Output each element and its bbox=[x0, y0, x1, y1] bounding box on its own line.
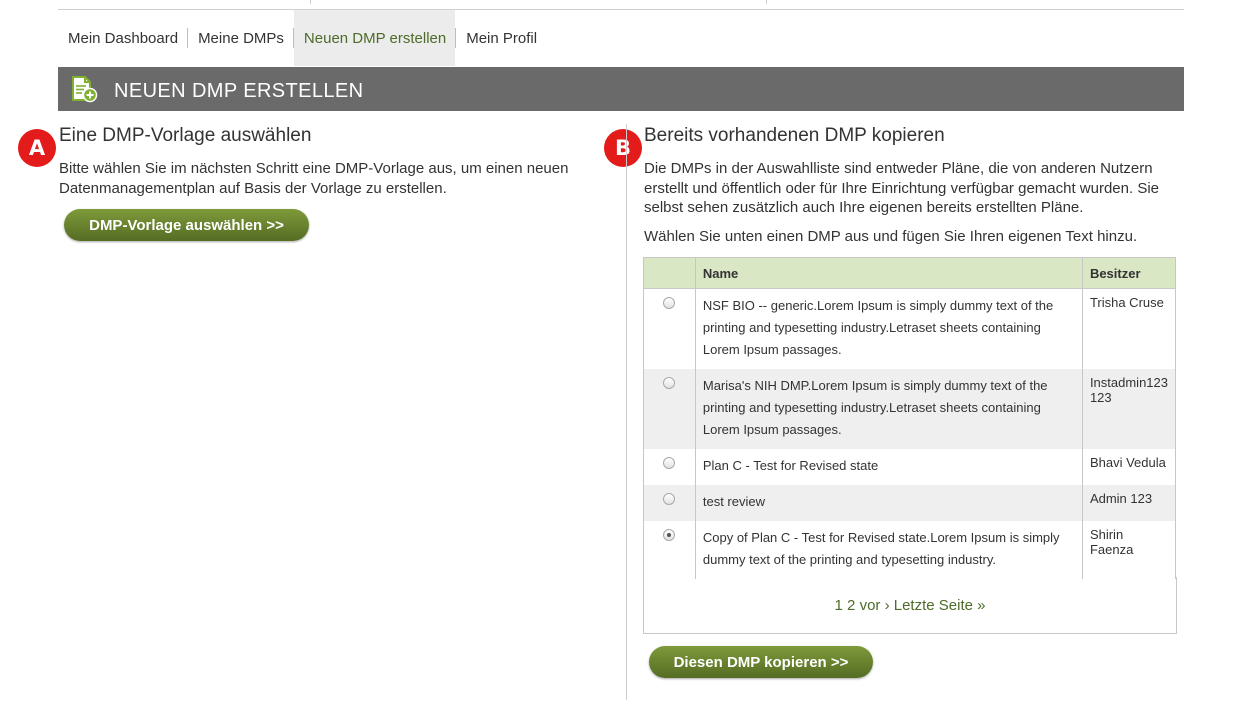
annotation-marker-b: B bbox=[604, 129, 642, 167]
page-link-next[interactable]: vor › bbox=[860, 597, 890, 614]
plan-name: Copy of Plan C - Test for Revised state.… bbox=[694, 520, 1083, 579]
select-cell bbox=[643, 448, 696, 485]
table-row[interactable]: Plan C - Test for Revised state Bhavi Ve… bbox=[643, 448, 1177, 485]
table-header-row: Name Besitzer bbox=[643, 257, 1177, 289]
pagination: 1 2 vor › Letzte Seite » bbox=[643, 577, 1177, 634]
plan-radio[interactable] bbox=[663, 376, 676, 389]
column-header-name[interactable]: Name bbox=[694, 257, 1083, 289]
column-header-select bbox=[643, 257, 696, 289]
plans-table: Name Besitzer NSF BIO -- generic.Lorem I… bbox=[643, 257, 1177, 579]
plan-owner: Instadmin123 123 bbox=[1081, 368, 1177, 449]
new-document-icon bbox=[72, 76, 98, 103]
table-row[interactable]: Copy of Plan C - Test for Revised state.… bbox=[643, 520, 1177, 579]
select-cell bbox=[643, 484, 696, 521]
nav-item-create-dmp[interactable]: Neuen DMP erstellen bbox=[293, 10, 456, 66]
banner-title: NEUEN DMP ERSTELLEN bbox=[114, 80, 364, 102]
plan-name: Plan C - Test for Revised state bbox=[694, 448, 1083, 485]
nav-item-dashboard[interactable]: Mein Dashboard bbox=[58, 10, 187, 66]
page-banner: NEUEN DMP ERSTELLEN bbox=[58, 67, 1184, 111]
main-nav: Mein Dashboard Meine DMPs Neuen DMP erst… bbox=[58, 10, 546, 66]
select-cell bbox=[643, 288, 696, 369]
top-divider-tick bbox=[766, 0, 767, 4]
table-row[interactable]: NSF BIO -- generic.Lorem Ipsum is simply… bbox=[643, 288, 1177, 369]
copy-dmp-button[interactable]: Diesen DMP kopieren >> bbox=[649, 646, 873, 678]
table-row[interactable]: test review Admin 123 bbox=[643, 484, 1177, 521]
plan-name: NSF BIO -- generic.Lorem Ipsum is simply… bbox=[694, 288, 1083, 369]
annotation-marker-a: A bbox=[18, 129, 56, 167]
plan-radio[interactable] bbox=[663, 456, 676, 469]
plan-owner: Shirin Faenza bbox=[1081, 520, 1177, 579]
plan-name: test review bbox=[694, 484, 1083, 521]
copy-section-description: Die DMPs in der Auswahlliste sind entwed… bbox=[644, 160, 1160, 216]
plan-radio[interactable] bbox=[663, 492, 676, 505]
template-section-description: Bitte wählen Sie im nächsten Schritt ein… bbox=[59, 160, 569, 197]
column-divider bbox=[626, 124, 627, 700]
template-section-title: Eine DMP-Vorlage auswählen bbox=[59, 125, 312, 146]
plan-owner: Admin 123 bbox=[1081, 484, 1177, 521]
select-cell bbox=[643, 368, 696, 449]
page-link-last[interactable]: Letzte Seite » bbox=[894, 597, 986, 614]
table-row[interactable]: Marisa's NIH DMP.Lorem Ipsum is simply d… bbox=[643, 368, 1177, 449]
plan-radio[interactable] bbox=[663, 297, 676, 309]
select-cell bbox=[643, 520, 696, 579]
top-divider-tick bbox=[310, 0, 311, 4]
copy-section-instruction: Wählen Sie unten einen DMP aus und fügen… bbox=[644, 228, 1138, 245]
plan-owner: Trisha Cruse bbox=[1081, 288, 1177, 369]
column-header-owner[interactable]: Besitzer bbox=[1081, 257, 1177, 289]
choose-template-button[interactable]: DMP-Vorlage auswählen >> bbox=[64, 209, 309, 241]
page-link-1[interactable]: 1 bbox=[835, 597, 843, 614]
plan-owner: Bhavi Vedula bbox=[1081, 448, 1177, 485]
copy-section-title: Bereits vorhandenen DMP kopieren bbox=[644, 125, 945, 146]
nav-item-profile[interactable]: Mein Profil bbox=[456, 10, 546, 66]
plan-radio-selected[interactable] bbox=[663, 528, 676, 541]
plan-name: Marisa's NIH DMP.Lorem Ipsum is simply d… bbox=[694, 368, 1083, 449]
page-link-2[interactable]: 2 bbox=[847, 597, 855, 614]
nav-item-my-dmps[interactable]: Meine DMPs bbox=[188, 10, 293, 66]
